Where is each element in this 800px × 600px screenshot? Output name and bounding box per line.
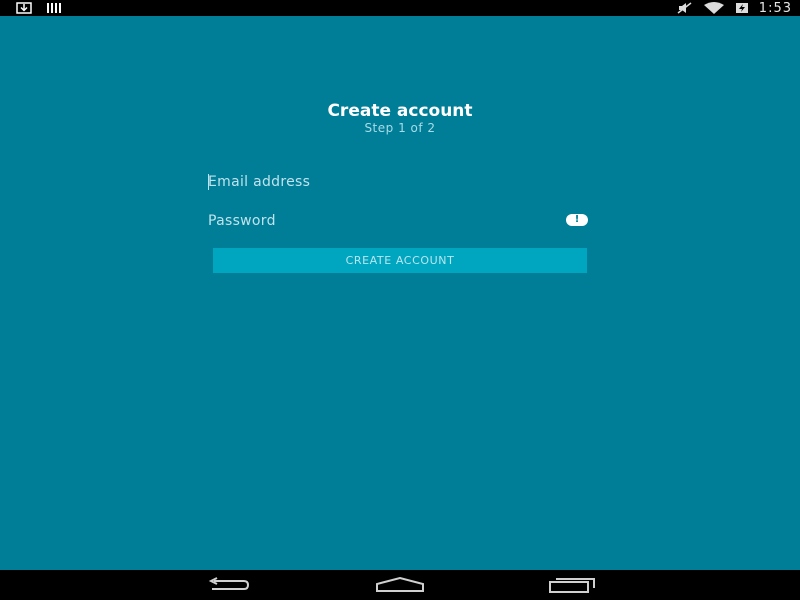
email-field-container (208, 170, 588, 194)
mute-icon (677, 2, 693, 14)
status-left-group (0, 2, 62, 14)
navigation-bar (0, 570, 800, 600)
status-time: 1:53 (758, 0, 792, 16)
create-account-button[interactable]: CREATE ACCOUNT (213, 248, 587, 273)
alert-icon[interactable]: ! (566, 214, 588, 226)
download-icon (16, 2, 32, 14)
password-field-container[interactable]: Password ! (208, 209, 588, 233)
step-indicator: Step 1 of 2 (364, 121, 436, 135)
battery-charging-icon (735, 2, 749, 14)
password-field[interactable]: Password (208, 213, 276, 229)
page-title: Create account (327, 101, 473, 121)
email-field[interactable] (208, 170, 588, 194)
wifi-icon (703, 2, 725, 14)
create-account-screen: Create account Step 1 of 2 Password ! CR… (0, 16, 800, 570)
back-icon[interactable] (204, 575, 254, 595)
status-right-group: 1:53 (677, 1, 800, 16)
signal-bars-icon (46, 3, 62, 13)
status-bar: 1:53 (0, 0, 800, 16)
text-cursor (208, 174, 209, 190)
recents-icon[interactable] (547, 575, 597, 595)
home-icon[interactable] (375, 575, 425, 595)
